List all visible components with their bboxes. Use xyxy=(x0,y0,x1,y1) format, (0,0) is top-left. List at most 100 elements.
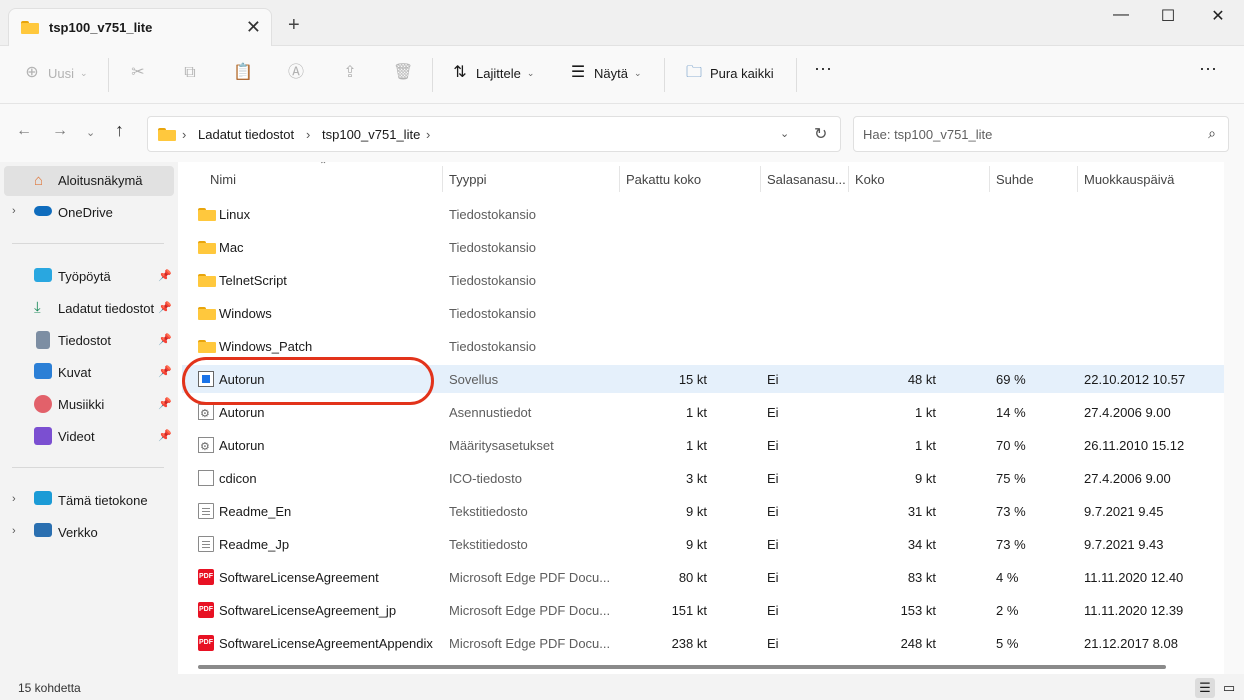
see-more-button[interactable]: ··· xyxy=(1199,58,1217,79)
extract-all-button[interactable]: 🗀 Pura kaikki xyxy=(684,63,774,83)
sidebar-item-label: Ladatut tiedostot xyxy=(58,301,155,316)
column-header-type[interactable]: Tyyppi xyxy=(449,172,487,187)
address-dropdown-icon[interactable]: ⌄ xyxy=(780,127,789,140)
search-icon[interactable]: ⌕ xyxy=(1208,125,1216,142)
column-header-modified[interactable]: Muokkauspäivä xyxy=(1084,172,1174,187)
sidebar-item-this-pc[interactable]: › Tämä tietokone xyxy=(0,486,176,516)
pin-icon[interactable]: 📌 xyxy=(158,333,172,346)
size-cell: 48 kt xyxy=(907,372,936,387)
up-arrow-icon[interactable]: ↑ xyxy=(115,120,124,141)
rename-button[interactable]: Ⓐ xyxy=(286,63,306,83)
file-row[interactable]: PDF SoftwareLicenseAgreement_jp Microsoft … xyxy=(182,596,1224,624)
sidebar-item-onedrive[interactable]: › OneDrive xyxy=(0,198,176,228)
address-bar[interactable]: › Ladatut tiedostot › tsp100_v751_lite ›… xyxy=(147,116,841,152)
file-name: SoftwareLicenseAgreementAppendix xyxy=(219,636,433,651)
sidebar-item-videos[interactable]: Videot 📌 xyxy=(0,422,176,452)
home-icon: ⌂ xyxy=(34,172,44,189)
pin-icon[interactable]: 📌 xyxy=(158,269,172,282)
file-row[interactable]: TelnetScript Tiedostokansio xyxy=(182,266,1224,294)
column-header-packed-size[interactable]: Pakattu koko xyxy=(626,172,701,187)
file-row[interactable]: PDF SoftwareLicenseAgreement Microsoft Edg… xyxy=(182,563,1224,591)
file-row[interactable]: cdicon ICO-tiedosto 3 kt Ei 9 kt 75 % 27.4.200… xyxy=(182,464,1224,492)
file-row[interactable]: PDF SoftwareLicenseAgreementAppendix Micro… xyxy=(182,629,1224,657)
details-view-button[interactable]: ☰ xyxy=(1195,678,1215,698)
sort-button[interactable]: ⇅ Lajittele ⌄ xyxy=(450,63,534,83)
file-row[interactable]: Linux Tiedostokansio xyxy=(182,200,1224,228)
breadcrumb-current-folder[interactable]: tsp100_v751_lite xyxy=(322,127,420,142)
close-window-button[interactable]: ✕ xyxy=(1195,6,1241,26)
vertical-scrollbar[interactable] xyxy=(1224,162,1244,674)
expand-chevron-icon[interactable]: › xyxy=(12,525,16,537)
column-header-password[interactable]: Salasanasu... xyxy=(767,172,846,187)
large-icons-view-button[interactable]: ▭ xyxy=(1219,678,1239,698)
copy-button[interactable]: ⧉ xyxy=(180,63,200,83)
file-row[interactable]: Readme_Jp Tekstitiedosto 9 kt Ei 34 kt 73 % 9.… xyxy=(182,530,1224,558)
column-header-ratio[interactable]: Suhde xyxy=(996,172,1034,187)
file-name: Windows_Patch xyxy=(219,339,313,354)
type-cell: Tekstitiedosto xyxy=(449,504,528,519)
back-arrow-icon[interactable]: ← xyxy=(16,122,32,140)
column-divider[interactable] xyxy=(848,166,849,192)
column-divider[interactable] xyxy=(442,166,443,192)
pdf-icon: PDF xyxy=(198,635,214,651)
sidebar-item-desktop[interactable]: Työpöytä 📌 xyxy=(0,262,176,292)
file-name: Windows xyxy=(219,306,272,321)
refresh-icon[interactable]: ↻ xyxy=(814,124,827,144)
packed-size-cell: 9 kt xyxy=(686,537,707,552)
file-row[interactable]: Mac Tiedostokansio xyxy=(182,233,1224,261)
more-options-button[interactable]: ··· xyxy=(814,58,832,79)
file-name: TelnetScript xyxy=(219,273,287,288)
pin-icon[interactable]: 📌 xyxy=(158,397,172,410)
view-button[interactable]: ☰ Näytä ⌄ xyxy=(568,63,642,83)
file-row[interactable]: Readme_En Tekstitiedosto 9 kt Ei 31 kt 73 % 9.… xyxy=(182,497,1224,525)
cut-button[interactable]: ✂ xyxy=(128,63,148,83)
modified-cell: 9.7.2021 9.43 xyxy=(1084,537,1164,552)
file-row[interactable]: Windows_Patch Tiedostokansio xyxy=(182,332,1224,360)
horizontal-scrollbar[interactable] xyxy=(198,665,1166,669)
sidebar-item-pictures[interactable]: Kuvat 📌 xyxy=(0,358,176,388)
download-icon: ⤓ xyxy=(34,299,41,316)
file-row[interactable]: Autorun Määritysasetukset 1 kt Ei 1 kt 70 % 26… xyxy=(182,431,1224,459)
column-divider[interactable] xyxy=(989,166,990,192)
file-row[interactable]: Autorun Asennustiedot 1 kt Ei 1 kt 14 % 27.4.2… xyxy=(182,398,1224,426)
sidebar-item-home[interactable]: ⌂ Aloitusnäkymä xyxy=(4,166,174,196)
column-divider[interactable] xyxy=(1077,166,1078,192)
pin-icon[interactable]: 📌 xyxy=(158,429,172,442)
sidebar-item-downloads[interactable]: ⤓ Ladatut tiedostot 📌 xyxy=(0,294,176,324)
packed-size-cell: 80 kt xyxy=(678,570,707,585)
pin-icon[interactable]: 📌 xyxy=(158,301,172,314)
paste-button[interactable]: 📋 xyxy=(233,63,253,83)
share-button[interactable]: ⇪ xyxy=(340,63,360,83)
search-box[interactable]: Hae: tsp100_v751_lite ⌕ xyxy=(853,116,1229,152)
ratio-cell: 69 % xyxy=(996,372,1026,387)
column-header-name[interactable]: Nimi xyxy=(210,172,236,187)
new-button[interactable]: ⊕ Uusi ⌄ xyxy=(22,63,87,83)
close-tab-icon[interactable]: ✕ xyxy=(246,17,261,38)
recent-chevron-icon[interactable]: ⌄ xyxy=(86,126,95,139)
column-divider[interactable] xyxy=(619,166,620,192)
file-row[interactable]: Windows Tiedostokansio xyxy=(182,299,1224,327)
column-header-size[interactable]: Koko xyxy=(855,172,885,187)
maximize-button[interactable]: ☐ xyxy=(1145,6,1191,26)
type-cell: ICO-tiedosto xyxy=(449,471,522,486)
delete-button[interactable]: 🗑 xyxy=(393,63,413,83)
pin-icon[interactable]: 📌 xyxy=(158,365,172,378)
sidebar-item-documents[interactable]: Tiedostot 📌 xyxy=(0,326,176,356)
new-tab-button[interactable]: + xyxy=(288,14,300,37)
title-bar: tsp100_v751_lite ✕ + — ☐ ✕ xyxy=(0,0,1244,46)
forward-arrow-icon[interactable]: → xyxy=(52,122,68,140)
search-input[interactable]: Hae: tsp100_v751_lite xyxy=(863,127,992,142)
expand-chevron-icon[interactable]: › xyxy=(12,205,16,217)
breadcrumb-downloads[interactable]: Ladatut tiedostot xyxy=(198,127,294,142)
expand-chevron-icon[interactable]: › xyxy=(12,493,16,505)
sidebar-item-network[interactable]: › Verkko xyxy=(0,518,176,548)
packed-size-cell: 1 kt xyxy=(686,405,707,420)
file-list: ⌃ Nimi Tyyppi Pakattu koko Salasanasu...… xyxy=(178,162,1224,674)
column-divider[interactable] xyxy=(760,166,761,192)
file-name: Autorun xyxy=(219,372,265,387)
minimize-button[interactable]: — xyxy=(1098,6,1144,24)
file-row[interactable]: Autorun Sovellus 15 kt Ei 48 kt 69 % 22.10.201… xyxy=(182,365,1224,393)
sidebar-item-music[interactable]: Musiikki 📌 xyxy=(0,390,176,420)
window-tab[interactable]: tsp100_v751_lite ✕ xyxy=(8,8,272,46)
packed-size-cell: 1 kt xyxy=(686,438,707,453)
